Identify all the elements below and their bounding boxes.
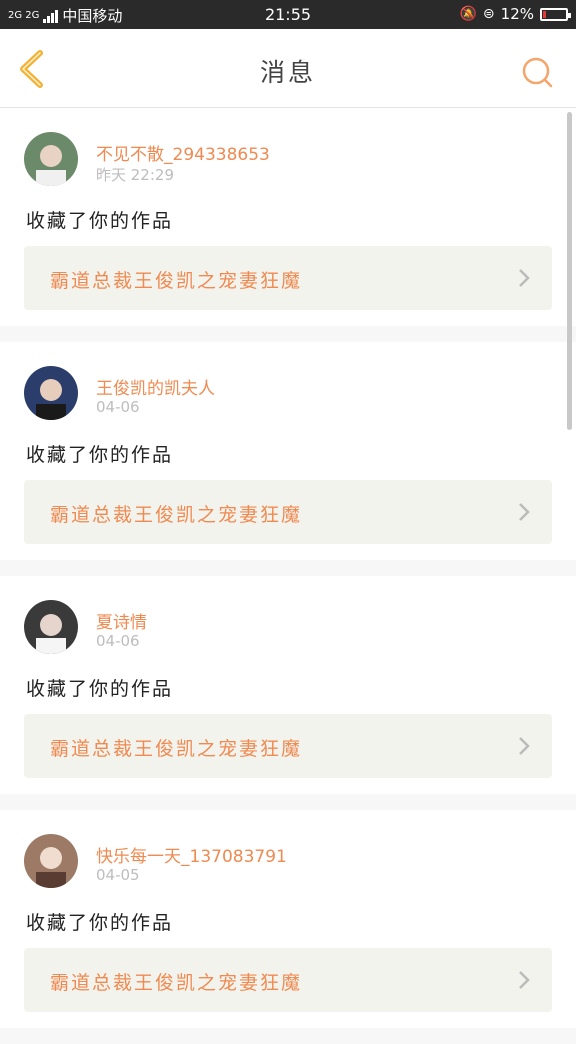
avatar[interactable] [24, 132, 78, 186]
timestamp: 04-06 [96, 398, 140, 416]
work-title: 霸道总裁王俊凯之宠妻狂魔 [50, 270, 303, 292]
battery-percent: 12% [500, 5, 534, 23]
battery-fill [543, 10, 546, 18]
avatar[interactable] [24, 834, 78, 888]
username[interactable]: 夏诗情 [96, 608, 147, 633]
message-card: 不见不散_294338653 昨天 22:29 收藏了你的作品 霸道总裁王俊凯之… [0, 108, 576, 326]
timestamp: 04-05 [96, 866, 140, 884]
work-link[interactable]: 霸道总裁王俊凯之宠妻狂魔 [24, 714, 552, 778]
avatar[interactable] [24, 366, 78, 420]
mute-icon: 🔕 [459, 6, 477, 22]
action-text: 收藏了你的作品 [26, 210, 174, 232]
battery-icon [540, 7, 571, 21]
status-bar: 2G 2G 中国移动 21:55 🔕 ⊜ 12% [0, 0, 576, 29]
chevron-right-icon [519, 737, 530, 755]
work-title: 霸道总裁王俊凯之宠妻狂魔 [50, 972, 303, 994]
search-button[interactable] [520, 55, 554, 89]
message-card: 王俊凯的凯夫人 04-06 收藏了你的作品 霸道总裁王俊凯之宠妻狂魔 [0, 342, 576, 560]
chevron-right-icon [519, 503, 530, 521]
work-title: 霸道总裁王俊凯之宠妻狂魔 [50, 738, 303, 760]
status-right: 🔕 ⊜ 12% [459, 5, 571, 23]
message-card: 快乐每一天_137083791 04-05 收藏了你的作品 霸道总裁王俊凯之宠妻… [0, 810, 576, 1028]
work-link[interactable]: 霸道总裁王俊凯之宠妻狂魔 [24, 480, 552, 544]
message-list: 不见不散_294338653 昨天 22:29 收藏了你的作品 霸道总裁王俊凯之… [0, 108, 576, 1044]
action-text: 收藏了你的作品 [26, 912, 174, 934]
scrollbar[interactable] [567, 112, 572, 430]
work-link[interactable]: 霸道总裁王俊凯之宠妻狂魔 [24, 948, 552, 1012]
avatar[interactable] [24, 600, 78, 654]
lock-rotation-icon: ⊜ [482, 6, 495, 22]
username[interactable]: 不见不散_294338653 [96, 140, 270, 165]
work-title: 霸道总裁王俊凯之宠妻狂魔 [50, 504, 303, 526]
page-title: 消息 [259, 58, 316, 87]
timestamp: 04-06 [96, 632, 140, 650]
chevron-right-icon [519, 971, 530, 989]
timestamp: 昨天 22:29 [96, 166, 174, 184]
chevron-right-icon [519, 269, 530, 287]
action-text: 收藏了你的作品 [26, 678, 174, 700]
work-link[interactable]: 霸道总裁王俊凯之宠妻狂魔 [24, 246, 552, 310]
username[interactable]: 快乐每一天_137083791 [96, 842, 287, 867]
action-text: 收藏了你的作品 [26, 444, 174, 466]
username[interactable]: 王俊凯的凯夫人 [96, 374, 215, 399]
search-icon [522, 57, 553, 88]
message-card: 夏诗情 04-06 收藏了你的作品 霸道总裁王俊凯之宠妻狂魔 [0, 576, 576, 794]
nav-bar: 消息 [0, 29, 576, 108]
